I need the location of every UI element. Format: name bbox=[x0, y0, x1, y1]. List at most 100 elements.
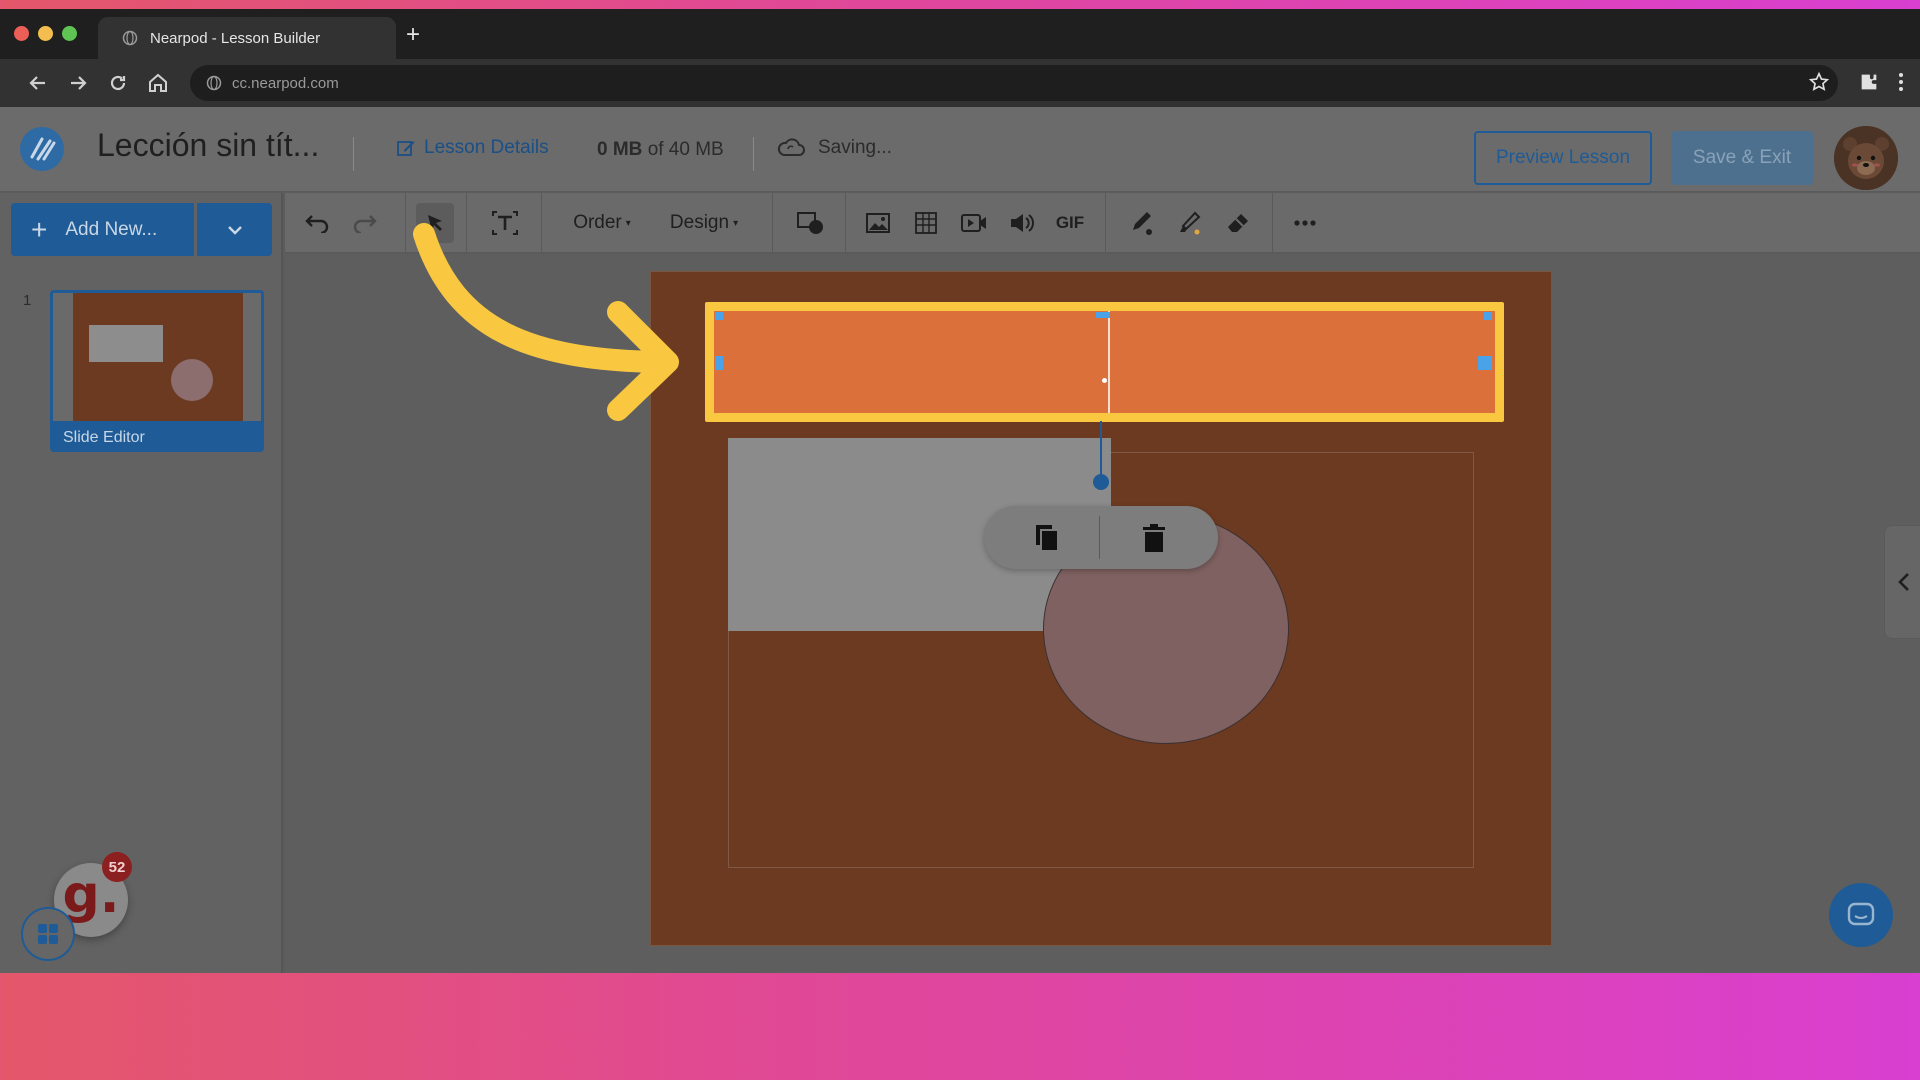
thumbnail-slide bbox=[73, 293, 243, 421]
pen-icon bbox=[1133, 212, 1152, 235]
save-status: Saving... bbox=[776, 137, 892, 159]
cloud-sync-icon bbox=[777, 138, 805, 156]
redo-icon bbox=[353, 215, 377, 233]
back-icon[interactable] bbox=[26, 71, 50, 95]
avatar[interactable] bbox=[1834, 126, 1898, 190]
minimize-window-button[interactable] bbox=[38, 26, 53, 41]
slides-sidebar: + Add New... 1 Slide Editor g. 52 bbox=[0, 193, 283, 973]
slide-thumbnail[interactable]: Slide Editor bbox=[50, 290, 264, 452]
design-label: Design bbox=[669, 212, 730, 233]
side-panel-toggle[interactable] bbox=[1884, 525, 1920, 639]
audio-button[interactable] bbox=[1005, 203, 1039, 243]
toolbar-divider bbox=[405, 193, 406, 253]
resize-handle[interactable] bbox=[1478, 356, 1492, 370]
storage-indicator: 0 MB of 40 MB bbox=[597, 139, 724, 161]
context-menu-divider bbox=[1099, 516, 1100, 559]
tab-bar: Nearpod - Lesson Builder + bbox=[0, 9, 1920, 59]
add-new-label: Add New... bbox=[65, 218, 158, 240]
browser-tab[interactable]: Nearpod - Lesson Builder bbox=[98, 17, 396, 59]
center-guide-line bbox=[1108, 311, 1110, 413]
text-tool-button[interactable] bbox=[487, 203, 523, 243]
thumbnail-preview bbox=[53, 293, 261, 421]
highlighter-button[interactable] bbox=[1173, 203, 1207, 243]
resize-handle[interactable] bbox=[715, 312, 723, 320]
toolbar-divider bbox=[845, 193, 846, 253]
maximize-window-button[interactable] bbox=[62, 26, 77, 41]
editor-toolbar: Order ▾ Design ▾ GIF bbox=[285, 193, 1920, 253]
save-exit-button[interactable]: Save & Exit bbox=[1671, 131, 1813, 185]
nearpod-logo[interactable] bbox=[20, 127, 64, 171]
center-point bbox=[1102, 378, 1107, 383]
apps-button[interactable] bbox=[21, 907, 75, 961]
rotation-handle[interactable] bbox=[1093, 474, 1109, 490]
chat-icon bbox=[1847, 902, 1875, 926]
copy-icon bbox=[1036, 525, 1059, 552]
highlighter-icon bbox=[1180, 211, 1201, 235]
chevron-left-icon bbox=[1898, 573, 1909, 591]
duplicate-button[interactable] bbox=[1031, 522, 1063, 554]
add-new-dropdown-button[interactable] bbox=[197, 203, 272, 256]
eraser-button[interactable] bbox=[1221, 203, 1255, 243]
saving-label: Saving... bbox=[818, 137, 892, 158]
resize-handle[interactable] bbox=[1096, 312, 1110, 318]
toolbar-divider bbox=[541, 193, 542, 253]
resize-handle[interactable] bbox=[715, 356, 723, 370]
audio-icon bbox=[1011, 214, 1034, 232]
redo-button[interactable] bbox=[347, 203, 383, 243]
orange-banner-shape[interactable] bbox=[714, 311, 1495, 413]
shapes-button[interactable] bbox=[792, 203, 830, 243]
extensions-icon[interactable] bbox=[1858, 71, 1880, 93]
add-new-button[interactable]: + Add New... bbox=[11, 203, 194, 256]
address-bar[interactable]: cc.nearpod.com bbox=[190, 65, 1838, 101]
bear-avatar-icon bbox=[1834, 126, 1898, 190]
tab-title: Nearpod - Lesson Builder bbox=[150, 29, 321, 47]
order-dropdown[interactable]: Order ▾ bbox=[567, 203, 637, 243]
eraser-icon bbox=[1228, 214, 1248, 232]
site-info-icon[interactable] bbox=[206, 75, 222, 91]
toolbar-divider bbox=[1272, 193, 1273, 253]
home-icon[interactable] bbox=[146, 71, 170, 95]
image-button[interactable] bbox=[861, 203, 895, 243]
table-button[interactable] bbox=[909, 203, 943, 243]
caret-down-icon: ▾ bbox=[625, 217, 631, 229]
design-dropdown[interactable]: Design ▾ bbox=[665, 203, 743, 243]
element-context-menu bbox=[984, 506, 1218, 569]
forward-icon[interactable] bbox=[66, 71, 90, 95]
shapes-icon bbox=[797, 212, 823, 234]
nearpod-logo-icon bbox=[30, 137, 56, 161]
lesson-details-link[interactable]: Lesson Details bbox=[396, 137, 549, 159]
thumbnail-circle bbox=[171, 359, 213, 401]
pointer-icon bbox=[428, 215, 442, 231]
new-tab-button[interactable]: + bbox=[406, 23, 420, 47]
bookmark-star-icon[interactable] bbox=[1808, 71, 1830, 93]
lesson-title[interactable]: Lección sin tít... bbox=[97, 127, 319, 164]
video-icon bbox=[961, 214, 986, 232]
globe-icon bbox=[122, 30, 138, 46]
plus-icon: + bbox=[31, 213, 48, 245]
table-icon bbox=[915, 212, 937, 234]
resize-handle[interactable] bbox=[1484, 312, 1492, 320]
pen-button[interactable] bbox=[1125, 203, 1159, 243]
close-window-button[interactable] bbox=[14, 26, 29, 41]
undo-icon bbox=[305, 215, 329, 233]
reload-icon[interactable] bbox=[106, 71, 130, 95]
browser-toolbar: cc.nearpod.com bbox=[0, 59, 1920, 107]
undo-button[interactable] bbox=[299, 203, 335, 243]
preview-lesson-button[interactable]: Preview Lesson bbox=[1474, 131, 1652, 185]
trash-icon bbox=[1143, 524, 1165, 552]
image-icon bbox=[866, 213, 890, 233]
apps-grid-icon bbox=[38, 924, 58, 944]
gif-button[interactable]: GIF bbox=[1052, 203, 1088, 243]
app-header: Lección sin tít... Lesson Details 0 MB o… bbox=[0, 107, 1920, 192]
url-text: cc.nearpod.com bbox=[232, 74, 339, 92]
thumbnail-rectangle bbox=[89, 325, 163, 362]
browser-menu-icon[interactable] bbox=[1892, 71, 1910, 93]
more-options-button[interactable] bbox=[1287, 203, 1323, 243]
notification-count-badge: 52 bbox=[102, 852, 132, 882]
chat-button[interactable] bbox=[1829, 883, 1893, 947]
select-tool-button[interactable] bbox=[416, 203, 454, 243]
edit-icon bbox=[397, 141, 415, 156]
lesson-details-label: Lesson Details bbox=[424, 137, 549, 158]
video-button[interactable] bbox=[957, 203, 991, 243]
delete-button[interactable] bbox=[1138, 522, 1170, 554]
